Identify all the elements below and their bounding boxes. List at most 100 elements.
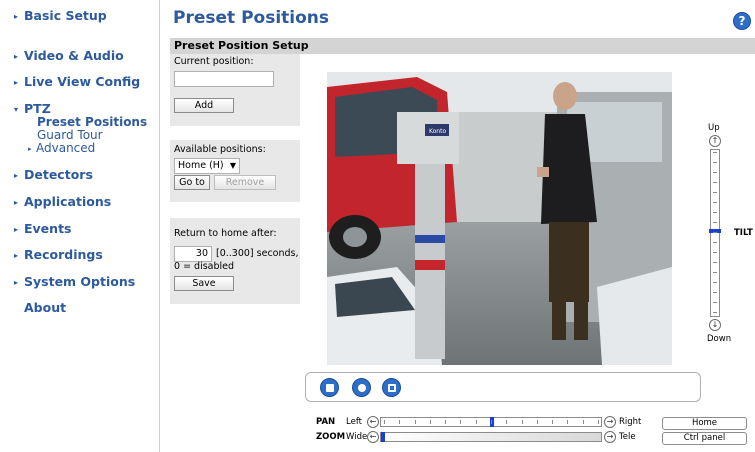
nav-label: Applications [24, 194, 112, 209]
slider-tick [713, 292, 717, 293]
nav-label: Events [24, 221, 72, 236]
kiosk-sign: Konto [429, 128, 446, 135]
help-icon[interactable]: ? [733, 12, 751, 30]
nav-video-audio[interactable]: ▸ Video & Audio [14, 48, 124, 63]
nav-detectors[interactable]: ▸ Detectors [14, 167, 93, 182]
return-home-range: [0..300] seconds, [216, 248, 299, 259]
home-button[interactable]: Home [662, 417, 747, 430]
nav-label: Detectors [24, 167, 93, 182]
pan-label: PAN [316, 417, 336, 427]
current-position-label: Current position: [174, 56, 254, 67]
pan-left-arrow-icon[interactable]: ← [367, 416, 379, 428]
chevron-right-icon: ▸ [14, 171, 19, 180]
nav-events[interactable]: ▸ Events [14, 221, 71, 236]
nav-basic-setup[interactable]: ▸ Basic Setup [14, 8, 107, 23]
nav-label: Live View Config [24, 74, 141, 89]
slider-tick [475, 420, 477, 424]
save-button[interactable]: Save [174, 276, 234, 291]
zoom-label: ZOOM [316, 432, 346, 442]
slider-tick [598, 420, 599, 424]
pan-right-arrow-icon[interactable]: → [604, 416, 616, 428]
chevron-right-icon: ▸ [14, 12, 19, 21]
sidebar: ▸ Basic Setup ▸ Video & Audio ▸ Live View C… [0, 0, 160, 452]
section-title: Preset Position Setup [174, 39, 309, 52]
slider-tick [521, 420, 523, 424]
slider-tick [713, 212, 717, 213]
chevron-right-icon: ▸ [14, 52, 19, 61]
pan-left-label: Left [346, 417, 362, 427]
fullscreen-icon[interactable] [382, 378, 401, 397]
nav-preset-positions[interactable]: Preset Positions [37, 115, 147, 129]
slider-tick [713, 172, 717, 173]
slider-tick [713, 202, 717, 203]
slider-tick [713, 232, 717, 233]
slider-tick [713, 222, 717, 223]
zoom-tele-label: Tele [619, 432, 636, 442]
slider-tick [713, 182, 717, 183]
goto-button[interactable]: Go to [174, 175, 210, 190]
return-home-panel: Return to home after: 30 [0..300] second… [170, 218, 300, 304]
nav-guard-tour[interactable]: Guard Tour [37, 128, 103, 142]
nav-ptz[interactable]: ▾ PTZ [14, 101, 51, 116]
nav-recordings[interactable]: ▸ Recordings [14, 247, 103, 262]
zoom-tele-arrow-icon[interactable]: → [604, 431, 616, 443]
available-positions-panel: Available positions: Home (H) ▼ Go to Re… [170, 140, 300, 202]
dropdown-arrow-icon: ▼ [229, 161, 236, 170]
slider-tick [536, 420, 538, 424]
nav-about[interactable]: About [24, 300, 66, 315]
zoom-slider-thumb[interactable] [381, 432, 385, 442]
slider-tick [713, 262, 717, 263]
slider-tick [552, 420, 554, 424]
slider-tick [506, 420, 508, 424]
snapshot-icon[interactable] [352, 378, 371, 397]
stop-icon[interactable] [320, 378, 339, 397]
tilt-down-label: Down [707, 334, 732, 344]
nav-label: Video & Audio [24, 48, 124, 63]
remove-button[interactable]: Remove [214, 175, 276, 190]
add-button[interactable]: Add [174, 98, 234, 113]
slider-tick [429, 420, 431, 424]
nav-label: Advanced [36, 141, 96, 155]
zoom-slider[interactable] [380, 432, 602, 442]
slider-tick [713, 302, 717, 303]
chevron-right-icon: ▸ [14, 198, 19, 207]
available-positions-select[interactable]: Home (H) ▼ [174, 158, 240, 174]
slider-tick [713, 252, 717, 253]
slider-tick [399, 420, 401, 424]
zoom-wide-arrow-icon[interactable]: ← [367, 431, 379, 443]
nav-label: PTZ [24, 101, 51, 116]
video-stream[interactable]: Konto [327, 72, 672, 365]
ctrl-panel-button[interactable]: Ctrl panel [662, 432, 747, 445]
pan-right-label: Right [619, 417, 642, 427]
tilt-up-arrow-icon[interactable]: ↑ [709, 135, 721, 147]
chevron-right-icon: ▸ [14, 78, 19, 87]
slider-tick [713, 152, 717, 153]
slider-tick [491, 420, 492, 424]
chevron-down-icon: ▾ [14, 105, 19, 114]
available-positions-label: Available positions: [174, 144, 266, 155]
slider-tick [414, 420, 416, 424]
page-title: Preset Positions [173, 8, 330, 28]
return-home-label: Return to home after: [174, 228, 277, 239]
slider-tick [567, 420, 569, 424]
camera-image: Konto [327, 72, 672, 365]
nav-system-options[interactable]: ▸ System Options [14, 274, 135, 289]
current-position-panel: Current position: Add [170, 54, 300, 126]
tilt-down-arrow-icon[interactable]: ↓ [709, 319, 721, 331]
tilt-label: TILT [734, 228, 753, 238]
chevron-right-icon: ▸ [14, 225, 19, 234]
return-home-input[interactable]: 30 [174, 246, 212, 262]
tilt-up-label: Up [708, 123, 720, 133]
nav-label: System Options [24, 274, 136, 289]
nav-live-view-config[interactable]: ▸ Live View Config [14, 74, 140, 89]
section-header: Preset Position Setup [170, 38, 755, 54]
slider-tick [713, 272, 717, 273]
current-position-input[interactable] [174, 71, 274, 87]
slider-tick [582, 420, 584, 424]
slider-tick [713, 242, 717, 243]
nav-applications[interactable]: ▸ Applications [14, 194, 111, 209]
nav-advanced[interactable]: ▸ Advanced [28, 141, 96, 155]
select-value: Home (H) [178, 160, 224, 171]
return-home-note: 0 = disabled [174, 261, 235, 272]
zoom-wide-label: Wide [346, 432, 368, 442]
